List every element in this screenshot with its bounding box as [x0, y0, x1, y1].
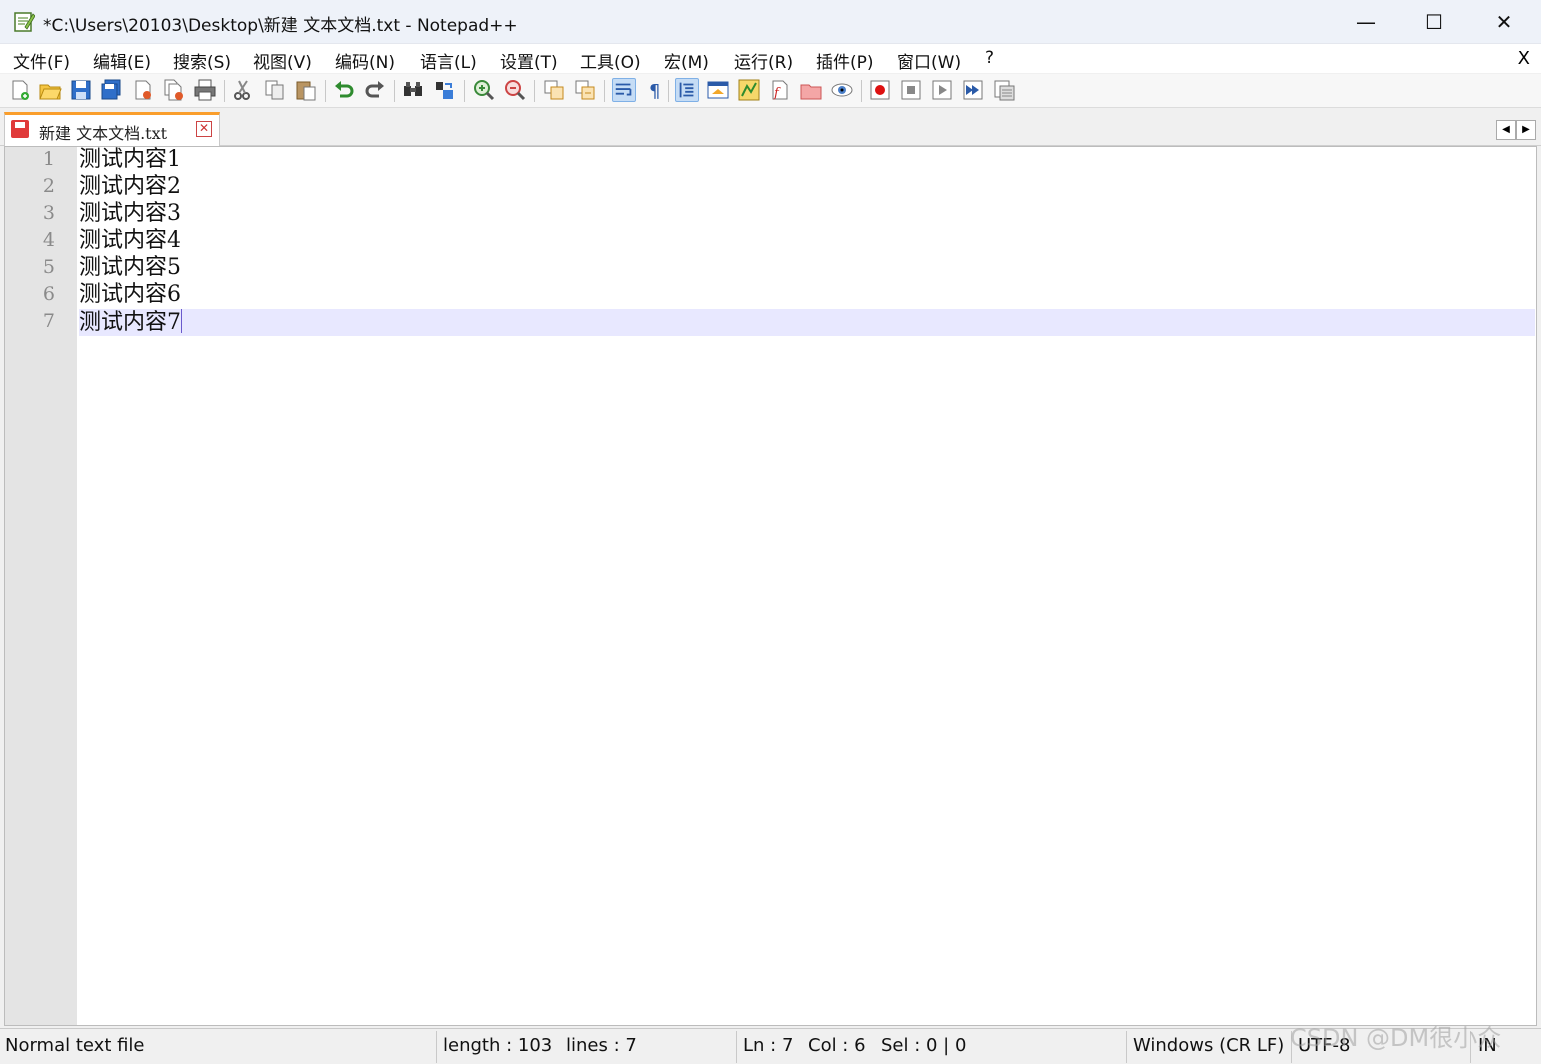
status-separator	[1126, 1031, 1127, 1063]
svg-text:¶: ¶	[649, 81, 660, 102]
text-line[interactable]: 测试内容4	[79, 228, 1535, 255]
status-column[interactable]: Col : 6	[808, 1035, 866, 1056]
indent-guide-icon[interactable]	[675, 78, 699, 102]
toolbar-separator	[464, 80, 465, 102]
current-line-text: 测试内容7	[79, 310, 181, 335]
doc-map-icon[interactable]	[737, 78, 761, 102]
paste-icon[interactable]	[294, 78, 318, 102]
current-text-line[interactable]: 测试内容7	[79, 309, 1535, 336]
line-number: 7	[42, 310, 55, 332]
toolbar-separator	[534, 80, 535, 102]
sync-horizontal-icon[interactable]	[573, 78, 597, 102]
find-icon[interactable]	[401, 78, 425, 102]
play-macro-icon[interactable]	[930, 78, 954, 102]
status-selection[interactable]: Sel : 0 | 0	[881, 1035, 966, 1056]
text-line[interactable]: 测试内容2	[79, 174, 1535, 201]
menu-language[interactable]: 语言(L)	[420, 48, 477, 73]
replace-icon[interactable]	[433, 78, 457, 102]
copy-icon[interactable]	[263, 78, 287, 102]
line-number: 5	[42, 256, 55, 278]
stop-record-icon[interactable]	[899, 78, 923, 102]
menu-view[interactable]: 视图(V)	[253, 48, 312, 73]
menu-help[interactable]: ?	[985, 48, 994, 68]
word-wrap-icon[interactable]	[612, 78, 636, 102]
status-length: length : 103	[443, 1035, 553, 1056]
menu-plugins[interactable]: 插件(P)	[816, 48, 874, 73]
line-number: 3	[42, 202, 55, 224]
maximize-button[interactable]: ☐	[1400, 0, 1468, 44]
menu-tools[interactable]: 工具(O)	[580, 48, 641, 73]
status-separator	[436, 1031, 437, 1063]
show-all-chars-icon[interactable]: ¶	[643, 78, 667, 102]
close-document-button[interactable]: X	[1518, 48, 1530, 69]
toolbar-separator	[224, 80, 225, 102]
save-all-icon[interactable]	[99, 78, 123, 102]
tab-close-button[interactable]: ✕	[196, 121, 212, 137]
save-icon[interactable]	[69, 78, 93, 102]
text-line[interactable]: 测试内容3	[79, 201, 1535, 228]
cut-icon[interactable]	[231, 78, 255, 102]
document-tab[interactable]: 新建 文本文档.txt ✕	[4, 112, 220, 146]
tab-bar: 新建 文本文档.txt ✕ ◀ ▶	[0, 108, 1541, 146]
toolbar-separator	[394, 80, 395, 102]
monitoring-icon[interactable]	[830, 78, 854, 102]
open-file-icon[interactable]	[38, 78, 62, 102]
tab-label: 新建 文本文档.txt	[39, 124, 168, 143]
toolbar-separator	[325, 80, 326, 102]
minimize-button[interactable]: —	[1332, 0, 1400, 44]
text-line[interactable]: 测试内容6	[79, 282, 1535, 309]
toolbar-separator	[668, 80, 669, 102]
status-eol[interactable]: Windows (CR LF)	[1133, 1035, 1284, 1056]
menu-encoding[interactable]: 编码(N)	[335, 48, 395, 73]
print-icon[interactable]	[193, 78, 217, 102]
record-macro-icon[interactable]	[868, 78, 892, 102]
tab-scroll-right-button[interactable]: ▶	[1516, 120, 1536, 140]
line-number: 2	[42, 175, 55, 197]
line-number: 4	[42, 229, 55, 251]
menu-run[interactable]: 运行(R)	[734, 48, 793, 73]
notepadpp-app-icon	[14, 12, 35, 32]
tab-scroll-left-button[interactable]: ◀	[1496, 120, 1516, 140]
status-lines: lines : 7	[566, 1035, 637, 1056]
close-window-button[interactable]: ✕	[1470, 0, 1538, 44]
toolbar: ¶ f	[0, 74, 1541, 108]
toolbar-separator	[861, 80, 862, 102]
menu-macro[interactable]: 宏(M)	[664, 48, 709, 73]
close-all-icon[interactable]	[162, 78, 186, 102]
zoom-in-icon[interactable]	[472, 78, 496, 102]
line-number-gutter: 1 2 3 4 5 6 7	[5, 147, 77, 1025]
watermark: CSDN @DM很小众	[1290, 1024, 1502, 1052]
menu-settings[interactable]: 设置(T)	[500, 48, 558, 73]
status-line-number[interactable]: Ln : 7	[743, 1035, 793, 1056]
editor-area[interactable]: 1 2 3 4 5 6 7 测试内容1 测试内容2 测试内容3 测试内容4 测试…	[4, 146, 1537, 1026]
undo-icon[interactable]	[332, 78, 356, 102]
title-bar: *C:\Users\20103\Desktop\新建 文本文档.txt - No…	[0, 0, 1541, 44]
line-number: 1	[42, 148, 55, 170]
menu-edit[interactable]: 编辑(E)	[93, 48, 151, 73]
sync-vertical-icon[interactable]	[542, 78, 566, 102]
new-file-icon[interactable]	[8, 78, 32, 102]
close-icon[interactable]	[131, 78, 155, 102]
zoom-out-icon[interactable]	[503, 78, 527, 102]
menu-file[interactable]: 文件(F)	[13, 48, 70, 73]
menu-search[interactable]: 搜索(S)	[173, 48, 231, 73]
save-macro-icon[interactable]	[992, 78, 1016, 102]
status-file-type: Normal text file	[5, 1035, 145, 1056]
status-separator	[736, 1031, 737, 1063]
text-line[interactable]: 测试内容5	[79, 255, 1535, 282]
function-list-icon[interactable]: f	[768, 78, 792, 102]
text-caret	[181, 309, 182, 333]
run-macro-multiple-icon[interactable]	[961, 78, 985, 102]
redo-icon[interactable]	[363, 78, 387, 102]
text-line[interactable]: 测试内容1	[79, 147, 1535, 174]
folder-workspace-icon[interactable]	[799, 78, 823, 102]
unsaved-file-icon	[11, 120, 29, 138]
toolbar-separator	[604, 80, 605, 102]
line-number: 6	[42, 283, 55, 305]
window-title: *C:\Users\20103\Desktop\新建 文本文档.txt - No…	[43, 16, 518, 36]
menu-bar: 文件(F) 编辑(E) 搜索(S) 视图(V) 编码(N) 语言(L) 设置(T…	[0, 44, 1541, 74]
define-language-icon[interactable]	[706, 78, 730, 102]
menu-window[interactable]: 窗口(W)	[897, 48, 961, 73]
